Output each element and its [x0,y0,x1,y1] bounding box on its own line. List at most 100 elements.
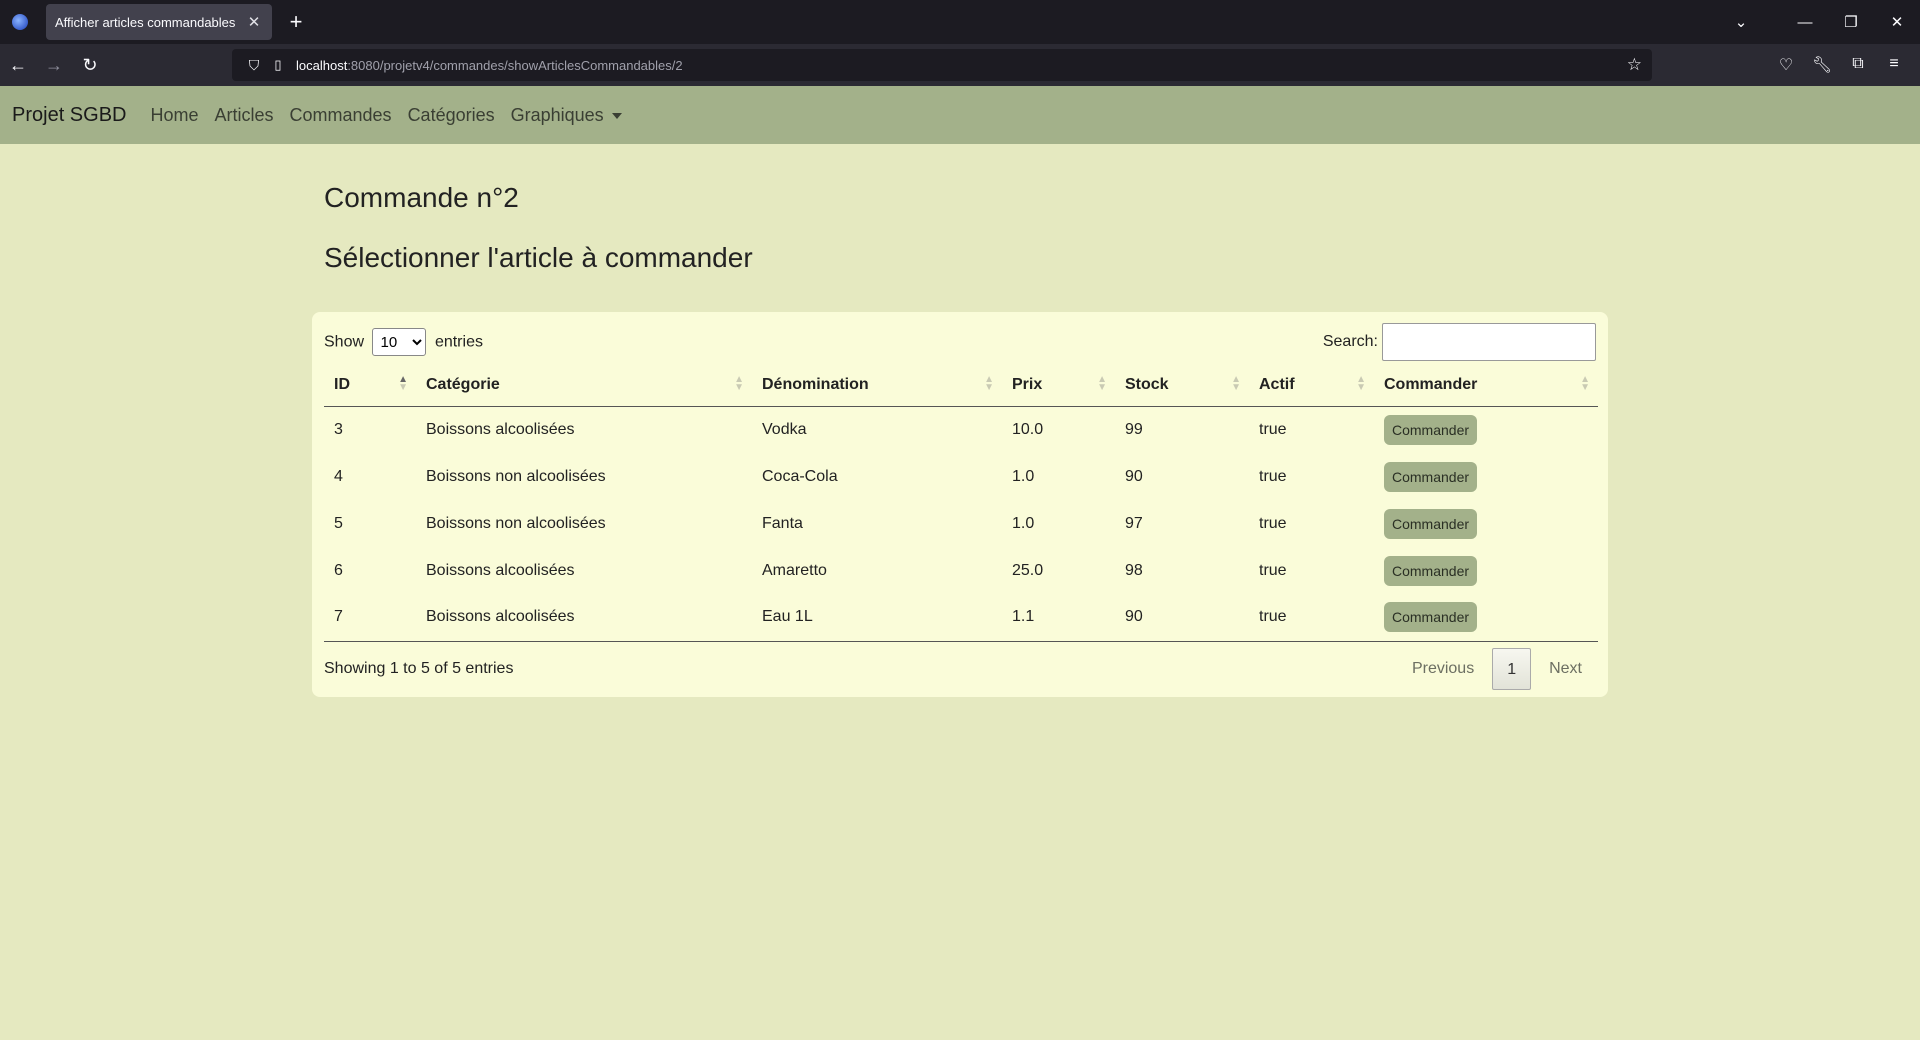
search-control: Search: [1323,323,1596,361]
cell-denomination: Amaretto [762,561,827,579]
page-subtitle: Sélectionner l'article à commander [324,242,753,273]
nav-dropdown-label: Graphiques [510,104,604,125]
table-row: 6 Boissons alcoolisées Amaretto 25.0 98 … [324,547,1598,594]
sort-icon: ▲ ▼ [1231,374,1241,393]
col-label: Stock [1125,375,1169,393]
browser-tab[interactable]: Afficher articles commandables ✕ [46,4,272,40]
cell-stock: 98 [1125,561,1143,579]
cell-categorie: Boissons alcoolisées [416,594,752,642]
col-header-commander[interactable]: Commander ▲ ▼ [1374,364,1598,407]
forward-icon[interactable]: → [36,55,72,76]
length-control: Show 10 entries [324,328,483,356]
wrench-icon[interactable]: 🔧︎ [1804,55,1840,75]
nav-link-articles[interactable]: Articles [215,105,274,126]
back-icon[interactable]: ← [0,55,36,76]
articles-table: ID ▲ ▼ Catégorie ▲ ▼ Dénomination ▲ ▼ Prix ▲ ▼ S… [324,364,1598,642]
col-label: Catégorie [426,375,500,393]
sort-icon: ▲ ▼ [734,374,744,393]
cell-stock: 99 [1125,420,1143,438]
cell-stock: 90 [1115,594,1249,642]
pagination: Previous 1 Next [1398,647,1596,690]
commander-button[interactable]: Commander [1384,555,1478,586]
cell-categorie: Boissons non alcoolisées [426,467,606,485]
sort-icon: ▲ ▼ [1097,374,1107,393]
commander-button[interactable]: Commander [1384,508,1478,539]
nav-link-commandes[interactable]: Commandes [290,105,392,126]
cell-denomination: Vodka [762,420,807,438]
table-row: 3 Boissons alcoolisées Vodka 10.0 99 tru… [324,406,1598,453]
cell-actif: true [1249,594,1374,642]
cell-id: 5 [334,514,343,532]
page-header: Commande n°2 Sélectionner l'article à co… [324,164,1610,274]
cell-categorie: Boissons alcoolisées [426,561,575,579]
col-header-stock[interactable]: Stock ▲ ▼ [1115,364,1249,407]
menu-icon[interactable]: ≡ [1876,55,1912,75]
cell-stock: 90 [1125,467,1143,485]
col-header-actif[interactable]: Actif ▲ ▼ [1249,364,1374,407]
cell-denomination: Eau 1L [752,594,1002,642]
cell-id: 4 [334,467,343,485]
cell-actif: true [1259,420,1287,438]
cell-actif: true [1259,561,1287,579]
firefox-logo-icon [0,0,40,44]
col-label: Commander [1384,375,1478,393]
col-header-prix[interactable]: Prix ▲ ▼ [1002,364,1115,407]
cell-prix: 1.1 [1002,594,1115,642]
cell-action: Commander [1374,453,1598,500]
cell-id: 3 [334,420,343,438]
table-row: 5 Boissons non alcoolisées Fanta 1.0 97 … [324,500,1598,547]
col-header-id[interactable]: ID ▲ ▼ [324,364,416,407]
url-path: :8080/projetv4/commandes/showArticlesCom… [347,57,683,73]
url-host: localhost [296,57,348,73]
sort-icon: ▲ ▼ [1356,374,1366,393]
col-header-categorie[interactable]: Catégorie ▲ ▼ [416,364,752,407]
url-bar[interactable]: ⛉ ▯ localhost :8080/projetv4/commandes/s… [232,49,1652,81]
pocket-icon[interactable]: ♡ [1768,55,1804,75]
restore-icon[interactable]: ❐ [1828,13,1874,31]
commander-button[interactable]: Commander [1384,414,1478,445]
cell-denomination: Fanta [762,514,803,532]
bookmark-star-icon[interactable]: ☆ [1627,55,1642,75]
tab-close-icon[interactable]: ✕ [244,13,264,31]
cell-prix: 1.0 [1012,467,1035,485]
entries-select[interactable]: 10 [372,328,427,356]
window-close-icon[interactable]: ✕ [1874,13,1920,31]
sort-icon: ▲ ▼ [1580,374,1590,393]
caret-down-icon [611,112,622,119]
extensions-icon[interactable]: ⧉ [1840,55,1876,75]
col-header-denomination[interactable]: Dénomination ▲ ▼ [752,364,1002,407]
table-info: Showing 1 to 5 of 5 entries [324,659,514,677]
sort-asc-icon: ▲ ▼ [398,374,408,393]
cell-action: Commander [1374,547,1598,594]
commander-button[interactable]: Commander [1384,602,1478,633]
page-info-icon[interactable]: ▯ [266,57,290,73]
pagination-next[interactable]: Next [1535,660,1596,678]
tab-list-chevron-icon[interactable]: ⌄ [1718,13,1764,31]
pagination-previous[interactable]: Previous [1398,660,1488,678]
cell-actif: true [1259,467,1287,485]
tab-title: Afficher articles commandables [55,14,236,30]
table-row: 7 Boissons alcoolisées Eau 1L 1.1 90 tru… [324,594,1598,642]
table-row: 4 Boissons non alcoolisées Coca-Cola 1.0… [324,453,1598,500]
datatable-card: Show 10 entries Search: ID ▲ ▼ Catégorie ▲ ▼… [312,312,1608,697]
browser-tabbar: Afficher articles commandables ✕ + ⌄ — ❐… [0,0,1920,44]
navbar-brand[interactable]: Projet SGBD [12,104,126,127]
minimize-icon[interactable]: — [1782,14,1828,31]
shield-icon[interactable]: ⛉ [242,57,266,74]
cell-stock: 97 [1125,514,1143,532]
new-tab-icon[interactable]: + [280,9,312,35]
browser-toolbar: ← → ↻ ⛉ ▯ localhost :8080/projetv4/comma… [0,44,1920,86]
pagination-page-1[interactable]: 1 [1492,647,1532,690]
commander-button[interactable]: Commander [1384,461,1478,492]
nav-link-home[interactable]: Home [150,105,198,126]
cell-action: Commander [1374,406,1598,453]
nav-dropdown-graphiques[interactable]: Graphiques [511,105,622,126]
nav-link-categories[interactable]: Catégories [408,105,495,126]
col-label: Prix [1012,375,1043,393]
search-input[interactable] [1382,323,1596,361]
cell-categorie: Boissons non alcoolisées [426,514,606,532]
cell-actif: true [1259,514,1287,532]
cell-denomination: Coca-Cola [762,467,838,485]
reload-icon[interactable]: ↻ [72,55,108,76]
cell-id: 6 [334,561,343,579]
